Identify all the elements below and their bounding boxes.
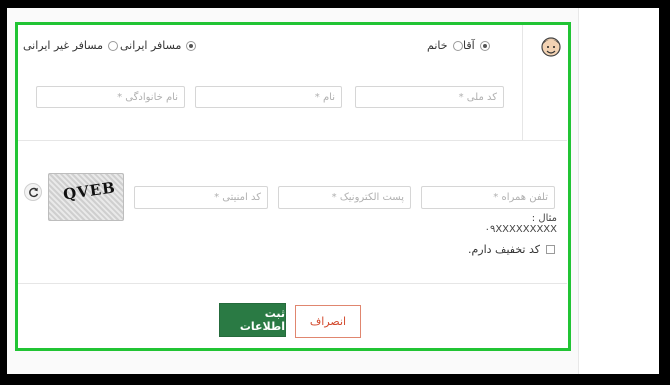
national-code-input[interactable]: کد ملی * <box>355 86 504 108</box>
submit-label: ثبت اطلاعات <box>239 307 285 333</box>
last-name-input[interactable]: نام خانوادگی * <box>36 86 185 108</box>
divider <box>522 25 523 140</box>
contact-section: QVEB تلفن همراه * پست الکترونیک * کد امن… <box>18 141 567 284</box>
refresh-icon <box>28 187 38 197</box>
gender-female-label: خانم <box>427 39 448 52</box>
security-code-input[interactable]: کد امنیتی * <box>134 186 268 209</box>
security-code-placeholder: کد امنیتی * <box>214 192 261 203</box>
mobile-example-hint: مثال : ۰۹XXXXXXXXX <box>484 213 557 235</box>
gender-female-radio[interactable]: خانم <box>427 39 463 52</box>
cancel-button[interactable]: انصراف <box>295 305 361 338</box>
iranian-passenger-radio[interactable]: مسافر ایرانی <box>120 39 197 52</box>
non-iranian-passenger-label: مسافر غیر ایرانی <box>23 39 103 52</box>
discount-label: کد تخفیف دارم. <box>467 243 540 256</box>
discount-checkbox[interactable]: کد تخفیف دارم. <box>468 243 555 256</box>
captcha-image: QVEB <box>48 173 124 221</box>
refresh-captcha-button[interactable] <box>24 183 42 201</box>
mobile-placeholder: تلفن همراه * <box>493 192 548 203</box>
email-input[interactable]: پست الکترونیک * <box>278 186 411 209</box>
radio-dot <box>108 40 118 51</box>
email-placeholder: پست الکترونیک * <box>331 192 404 203</box>
gender-male-radio[interactable]: آقا <box>463 39 490 52</box>
radio-dot <box>452 40 463 51</box>
passenger-info-section: آقا خانم مسافر ایرانی مسافر غیر ایرانی ک… <box>18 25 567 141</box>
captcha-text: QVEB <box>62 178 117 204</box>
passenger-form: آقا خانم مسافر ایرانی مسافر غیر ایرانی ک… <box>15 22 571 351</box>
first-name-input[interactable]: نام * <box>195 86 342 108</box>
user-avatar-icon <box>541 37 561 57</box>
mobile-input[interactable]: تلفن همراه * <box>421 186 555 209</box>
cancel-label: انصراف <box>309 315 347 328</box>
iranian-passenger-label: مسافر ایرانی <box>120 39 182 52</box>
radio-dot <box>479 40 490 51</box>
non-iranian-passenger-radio[interactable]: مسافر غیر ایرانی <box>23 39 118 52</box>
checkbox-box <box>546 245 555 254</box>
last-name-placeholder: نام خانوادگی * <box>117 91 178 103</box>
gender-male-label: آقا <box>463 39 475 52</box>
first-name-placeholder: نام * <box>314 91 335 103</box>
radio-dot <box>186 40 197 51</box>
submit-button[interactable]: ثبت اطلاعات <box>219 303 286 337</box>
national-code-placeholder: کد ملی * <box>458 91 497 103</box>
page: آقا خانم مسافر ایرانی مسافر غیر ایرانی ک… <box>0 0 670 385</box>
right-panel <box>578 8 659 374</box>
